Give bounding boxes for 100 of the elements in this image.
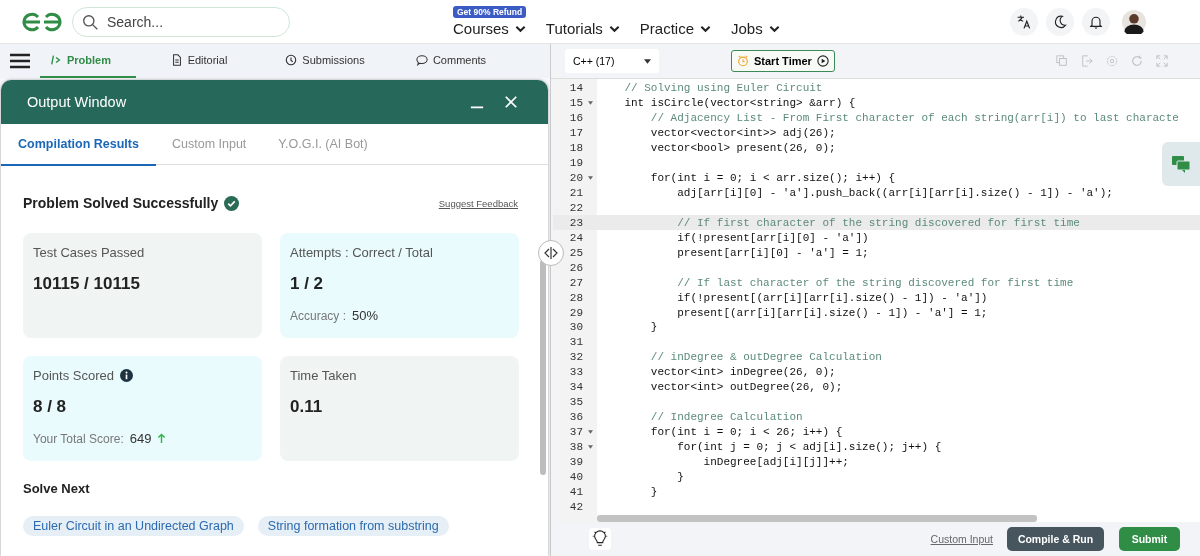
fold-caret-icon[interactable] (587, 444, 593, 449)
card-value: 0.11 (290, 397, 324, 417)
line-number: 27 (568, 276, 583, 289)
document-icon (170, 54, 183, 66)
caret-icon (644, 58, 651, 64)
line-number: 39 (568, 455, 583, 468)
line-number: 35 (568, 396, 583, 409)
code-line: // Solving using Euler Circuit (623, 82, 823, 95)
code-line: if(!present[(arr[i][arr[i].size() - 1]) - 'a']) (676, 291, 988, 304)
code-line: vector<vector<int>> adj(26); (649, 127, 836, 140)
problem-link-chip[interactable]: Euler Circuit in an Undirected Graph (23, 516, 244, 536)
card-label: Points Scored (33, 368, 114, 383)
output-tab[interactable]: Compilation Results (1, 124, 156, 166)
card-label: Time Taken (290, 368, 357, 383)
nav-menu-button[interactable]: Jobs (731, 20, 780, 37)
problem-tab[interactable]: Editorial (136, 44, 262, 78)
line-number: 22 (568, 201, 583, 214)
nav-menu-button[interactable]: Courses (453, 20, 526, 37)
note-label: Your Total Score: (33, 431, 124, 446)
play-icon (816, 55, 829, 67)
line-number: 28 (568, 291, 583, 304)
code-line: // If first character of the string discovered for first time (676, 216, 1080, 229)
note-value: 50% (352, 308, 379, 323)
search-icon (82, 13, 99, 31)
chat-icon[interactable] (1162, 142, 1200, 186)
line-number: 19 (568, 157, 583, 170)
line-number: 29 (568, 306, 583, 319)
check-circle-icon (224, 195, 240, 211)
code-line: if(!present[arr[i][0] - 'a']) (676, 231, 869, 244)
suggest-feedback-link[interactable]: Suggest Feedback (438, 197, 518, 209)
chevron-down-icon (608, 24, 620, 33)
code-line: present[arr[i][0] - 'a'] = 1; (676, 246, 869, 259)
scrollbar[interactable] (540, 260, 546, 475)
start-timer-button[interactable]: Start Timer (731, 50, 835, 72)
code-line: // inDegree & outDegree Calculation (649, 351, 882, 364)
code-line: // Indegree Calculation (649, 411, 803, 424)
code-line: inDegree[adj[i][j]]++; (702, 455, 849, 468)
line-number: 20 (568, 172, 583, 185)
problem-tab[interactable]: Problem (40, 44, 136, 78)
line-number: 24 (568, 231, 583, 244)
menu-icon[interactable] (10, 53, 30, 69)
line-number: 21 (568, 187, 583, 200)
line-number: 38 (568, 440, 583, 453)
alarm-clock-icon (737, 55, 749, 67)
card-label: Attempts : Correct / Total (290, 245, 433, 260)
card-label: Test Cases Passed (33, 245, 145, 260)
logo-icon[interactable] (20, 10, 64, 33)
line-number: 16 (568, 112, 583, 125)
code-line: for(int i = 0; i < arr.size(); i++) { (649, 172, 896, 185)
code-line: } (649, 321, 658, 334)
lightbulb-icon[interactable] (589, 528, 611, 550)
submit-button[interactable]: Submit (1119, 527, 1180, 551)
line-number: 32 (568, 351, 583, 364)
note-label: Accuracy : (290, 308, 346, 323)
problem-tab[interactable]: Submissions (262, 44, 388, 78)
info-icon[interactable] (119, 369, 133, 382)
search-field[interactable]: Search... (72, 6, 290, 37)
line-number: 42 (568, 500, 583, 513)
line-number: 34 (568, 381, 583, 394)
code-line: present[(arr[i][arr[i].size() - 1]) - 'a'] = 1; (676, 306, 988, 319)
scrollbar[interactable] (597, 515, 1037, 522)
code-line: adj[arr[i][0] - 'a'].push_back((arr[i][arr[i].size() - 1]) - 'a'); (676, 187, 1113, 200)
fold-caret-icon[interactable] (587, 101, 593, 106)
line-number: 25 (568, 246, 583, 259)
code-line: vector<int> inDegree(26, 0); (649, 366, 836, 379)
line-number: 41 (568, 485, 583, 498)
code-line: vector<int> outDegree(26, 0); (649, 381, 843, 394)
window-title: Output Window (27, 94, 127, 110)
code-line: } (676, 470, 684, 483)
code-line: for(int i = 0; i < 26; i++) { (649, 426, 843, 439)
line-number: 33 (568, 366, 583, 379)
problem-link-chip[interactable]: String formation from substring (257, 516, 449, 536)
clock-icon (285, 54, 298, 66)
close-icon[interactable] (504, 95, 518, 109)
speech-bubble-icon (415, 54, 428, 66)
line-number: 15 (568, 97, 583, 110)
code-line: vector<bool> present(26, 0); (649, 142, 836, 155)
nav-menu-button[interactable]: Tutorials (545, 20, 620, 37)
language-select[interactable]: C++ (17) (565, 49, 659, 73)
line-number: 31 (568, 336, 583, 349)
code-line: // Adjacency List - From First character of each string(arr[i]) to last characte (649, 112, 1179, 125)
refund-badge: Get 90% Refund (453, 6, 527, 18)
line-number: 14 (568, 82, 583, 95)
translate-icon[interactable] (1010, 7, 1038, 36)
bell-icon[interactable] (1082, 7, 1110, 36)
line-number: 36 (568, 411, 583, 424)
card-value: 1 / 2 (290, 274, 325, 294)
line-number: 18 (568, 142, 583, 155)
avatar-icon[interactable] (1122, 9, 1146, 34)
card-value: 8 / 8 (33, 397, 68, 417)
compile-run-button[interactable]: Compile & Run (1007, 527, 1104, 551)
fold-caret-icon[interactable] (587, 430, 593, 435)
dark-mode-icon[interactable] (1046, 7, 1074, 36)
code-line: int isCircle(vector<string> &arr) { (623, 97, 856, 110)
problem-tab[interactable]: Comments (388, 44, 514, 78)
line-number: 23 (568, 216, 583, 229)
custom-input-link[interactable]: Custom Input (930, 533, 993, 545)
fold-caret-icon[interactable] (587, 176, 593, 181)
status-title: Problem Solved Successfully (23, 195, 219, 211)
nav-menu-button[interactable]: Practice (639, 20, 711, 37)
